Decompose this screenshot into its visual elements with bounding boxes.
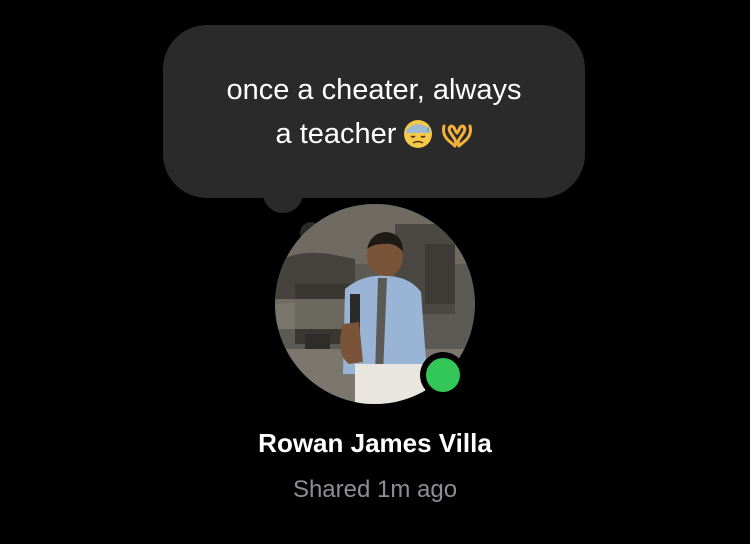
note-text-line-2: a teacher	[276, 112, 473, 156]
heart-hands-icon	[440, 118, 473, 150]
note-text-line-2-label: a teacher	[275, 117, 397, 150]
downcast-face-with-sweat-icon	[402, 118, 434, 150]
thought-bubble-tail-large	[263, 193, 303, 213]
online-status-indicator	[420, 352, 466, 398]
profile-name[interactable]: Rowan James Villa	[0, 425, 750, 461]
online-status-dot	[426, 358, 460, 392]
note-bubble[interactable]: once a cheater, always a teacher	[163, 25, 585, 198]
shared-timestamp: Shared 1m ago	[292, 476, 458, 503]
note-text-line-1: once a cheater, always	[226, 73, 522, 106]
